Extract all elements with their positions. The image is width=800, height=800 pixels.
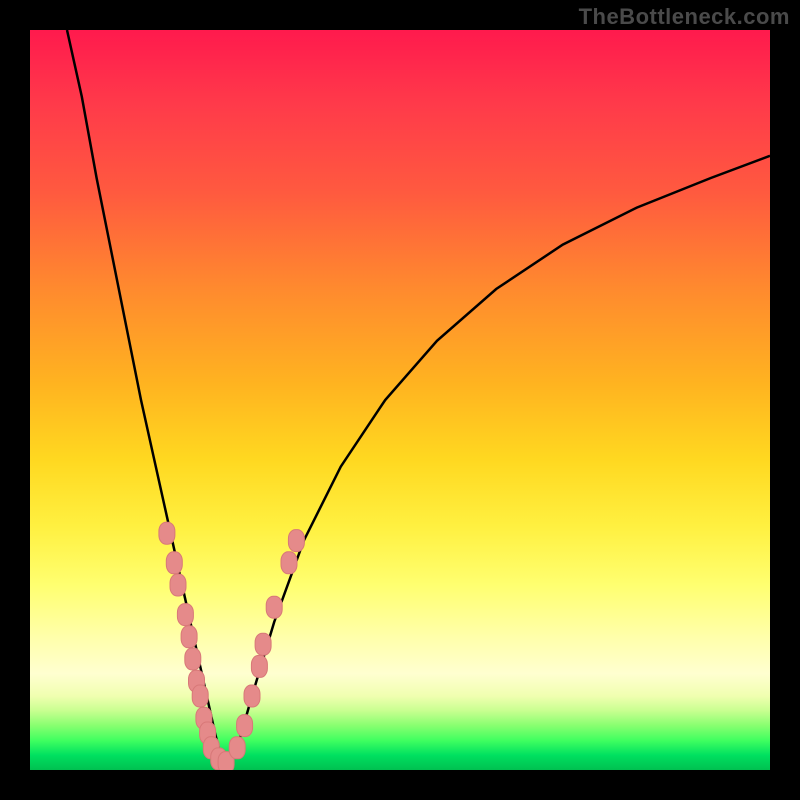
data-marker [170, 574, 186, 596]
plot-area [30, 30, 770, 770]
curve-right [230, 156, 770, 763]
data-marker [166, 552, 182, 574]
data-marker [192, 685, 208, 707]
markers-group [159, 522, 305, 770]
chart-frame: TheBottleneck.com [0, 0, 800, 800]
data-marker [237, 715, 253, 737]
watermark-text: TheBottleneck.com [579, 4, 790, 30]
data-marker [281, 552, 297, 574]
data-marker [251, 655, 267, 677]
data-marker [159, 522, 175, 544]
data-marker [266, 596, 282, 618]
data-marker [181, 626, 197, 648]
data-marker [255, 633, 271, 655]
data-marker [244, 685, 260, 707]
data-marker [229, 737, 245, 759]
data-marker [177, 604, 193, 626]
data-marker [185, 648, 201, 670]
curve-svg [30, 30, 770, 770]
data-marker [288, 530, 304, 552]
